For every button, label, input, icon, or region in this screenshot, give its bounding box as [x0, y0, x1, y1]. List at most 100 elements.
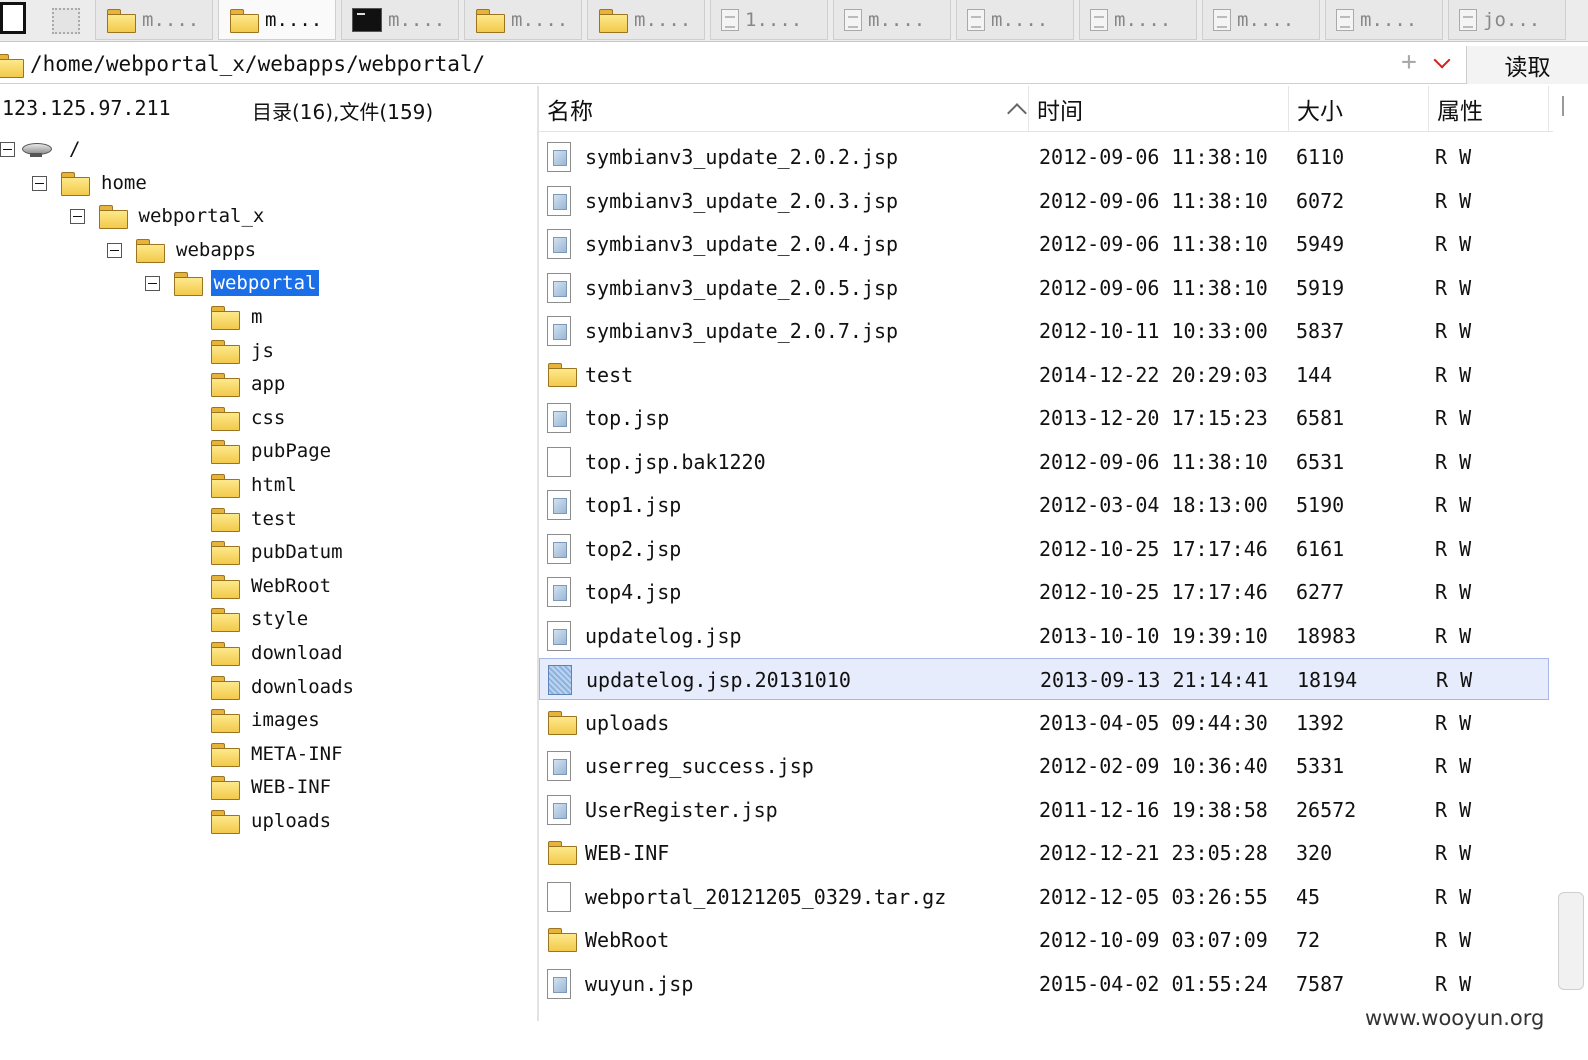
scrollbar-thumb[interactable]: [1558, 892, 1584, 990]
jsp-file-icon: [547, 751, 571, 781]
tab-11[interactable]: m....: [1202, 0, 1320, 40]
table-row[interactable]: symbianv3_update_2.0.4.jsp 2012-09-06 11:…: [539, 223, 1549, 265]
tab-4[interactable]: m....: [341, 0, 459, 40]
collapse-toggle-icon[interactable]: [107, 242, 122, 258]
file-name: updatelog.jsp: [585, 623, 742, 648]
collapse-toggle-icon[interactable]: [32, 175, 47, 191]
tree-node-webportal[interactable]: webportal: [144, 266, 320, 300]
jsp-file-icon: [547, 794, 571, 825]
tree-node-webapps[interactable]: webapps: [107, 233, 259, 267]
tab-label: m....: [388, 8, 446, 31]
tree-node-label: images: [251, 709, 320, 732]
tree-node-test[interactable]: test: [210, 502, 300, 536]
tab-terminal-selected[interactable]: [0, 2, 26, 34]
path-input[interactable]: [30, 49, 1390, 79]
table-row[interactable]: webportal_20121205_0329.tar.gz 2012-12-05…: [539, 876, 1549, 918]
table-row[interactable]: UserRegister.jsp 2011-12-16 19:38:58 26572…: [539, 789, 1549, 831]
folder-icon: [135, 238, 165, 263]
vertical-scrollbar[interactable]: [1553, 86, 1588, 1021]
collapse-toggle-icon[interactable]: [144, 276, 160, 292]
terminal-icon: [352, 7, 382, 32]
table-row[interactable]: top1.jsp 2012-03-04 18:13:00 5190 R W: [539, 484, 1549, 526]
tree-node-home[interactable]: home: [32, 166, 150, 200]
column-name-label: 名称: [547, 99, 593, 125]
tab-5[interactable]: m....: [464, 0, 582, 40]
file-list: symbianv3_update_2.0.2.jsp 2012-09-06 11:…: [539, 136, 1551, 1016]
tree-node-m[interactable]: m: [210, 300, 265, 334]
tree-node-label: /: [69, 138, 81, 160]
column-header-size[interactable]: 大小: [1289, 86, 1429, 132]
tree-node-images[interactable]: images: [210, 703, 323, 737]
tab-7[interactable]: 1....: [710, 0, 828, 40]
read-button[interactable]: 读取: [1466, 46, 1588, 84]
table-row[interactable]: updatelog.jsp 2013-10-10 19:39:10 18983 R W: [539, 615, 1549, 657]
collapse-toggle-icon[interactable]: [69, 209, 85, 225]
tab-8[interactable]: m....: [833, 0, 951, 40]
table-row[interactable]: WEB-INF 2012-12-21 23:05:28 320 R W: [539, 832, 1549, 874]
table-row[interactable]: symbianv3_update_2.0.5.jsp 2012-09-06 11:…: [539, 267, 1549, 309]
tree-node-webroot[interactable]: WebRoot: [210, 569, 334, 603]
table-row[interactable]: WebRoot 2012-10-09 03:07:09 72 R W: [539, 919, 1549, 961]
tree-node-meta-inf[interactable]: META-INF: [210, 737, 346, 771]
file-name: top2.jsp: [585, 536, 682, 561]
tab-label: m....: [1237, 8, 1295, 31]
column-size-label: 大小: [1297, 99, 1343, 125]
table-row[interactable]: wuyun.jsp 2015-04-02 01:55:24 7587 R W: [539, 963, 1549, 1005]
tab-2[interactable]: m....: [95, 0, 213, 40]
table-row[interactable]: uploads 2013-04-05 09:44:30 1392 R W: [539, 702, 1549, 744]
tree-node-css[interactable]: css: [210, 401, 288, 435]
tree-node-pubpage[interactable]: pubPage: [210, 434, 334, 468]
tab-3[interactable]: m....: [218, 0, 336, 40]
table-row[interactable]: symbianv3_update_2.0.2.jsp 2012-09-06 11:…: [539, 136, 1549, 178]
add-icon[interactable]: +: [1398, 49, 1420, 75]
table-row[interactable]: symbianv3_update_2.0.3.jsp 2012-09-06 11:…: [539, 180, 1549, 222]
table-row[interactable]: top2.jsp 2012-10-25 17:17:46 6161 R W: [539, 528, 1549, 570]
blank-file-icon: [547, 446, 571, 477]
column-header-attr[interactable]: 属性: [1429, 86, 1549, 132]
selection-icon[interactable]: [52, 8, 80, 34]
collapse-toggle-icon[interactable]: [0, 142, 15, 157]
tab-6[interactable]: m....: [587, 0, 705, 40]
tab-13[interactable]: jo...: [1448, 0, 1566, 40]
table-row[interactable]: userreg_success.jsp 2012-02-09 10:36:40 53…: [539, 745, 1549, 787]
tree-node-label: css: [251, 406, 286, 429]
tree-node-html[interactable]: html: [210, 468, 300, 502]
tree-node-pubdatum[interactable]: pubDatum: [210, 535, 346, 569]
tab-12[interactable]: m....: [1325, 0, 1443, 40]
file-attributes: R W: [1435, 536, 1472, 561]
tree-node-js[interactable]: js: [210, 334, 277, 368]
tab-10[interactable]: m....: [1079, 0, 1197, 40]
table-row[interactable]: symbianv3_update_2.0.7.jsp 2012-10-11 10:…: [539, 310, 1549, 352]
tree-node-app[interactable]: app: [210, 367, 288, 401]
file-list-header: 名称 时间 大小 属性: [539, 86, 1559, 132]
table-row[interactable]: top.jsp.bak1220 2012-09-06 11:38:10 6531 R …: [539, 441, 1549, 483]
table-row[interactable]: updatelog.jsp.20131010 2013-09-13 21:14:4…: [539, 658, 1549, 700]
folder-icon: [547, 840, 577, 865]
tree-node-uploads[interactable]: uploads: [210, 804, 334, 838]
folder-icon: [210, 775, 240, 801]
file-size: 6277: [1296, 580, 1345, 604]
tree-node-downloads[interactable]: downloads: [210, 670, 357, 704]
column-header-name[interactable]: 名称: [539, 86, 1029, 132]
tree-node-web-inf[interactable]: WEB-INF: [210, 770, 334, 804]
folder-icon: [106, 8, 136, 33]
tree-node-webportal-x[interactable]: webportal_x: [69, 199, 268, 233]
file-attributes: R W: [1435, 449, 1472, 474]
folder-icon: [229, 8, 259, 33]
tree-node-label: webportal_x: [138, 205, 265, 228]
file-time: 2012-09-06 11:38:10: [1039, 188, 1268, 213]
folder-icon: [210, 574, 240, 599]
table-row[interactable]: test 2014-12-22 20:29:03 144 R W: [539, 354, 1549, 396]
table-row[interactable]: top.jsp 2013-12-20 17:15:23 6581 R W: [539, 397, 1549, 439]
table-row[interactable]: top4.jsp 2012-10-25 17:17:46 6277 R W: [539, 571, 1549, 613]
file-attributes: R W: [1435, 623, 1472, 648]
tree-node-style[interactable]: style: [210, 602, 311, 636]
jsp-file-icon: [547, 968, 571, 999]
tree-node-label: style: [251, 608, 309, 631]
tab-9[interactable]: m....: [956, 0, 1074, 40]
chevron-down-icon[interactable]: [1432, 54, 1454, 74]
column-time-label: 时间: [1037, 99, 1083, 125]
tree-node-download[interactable]: download: [210, 636, 346, 670]
column-header-time[interactable]: 时间: [1029, 86, 1289, 132]
tree-node-root[interactable]: /: [0, 132, 83, 166]
